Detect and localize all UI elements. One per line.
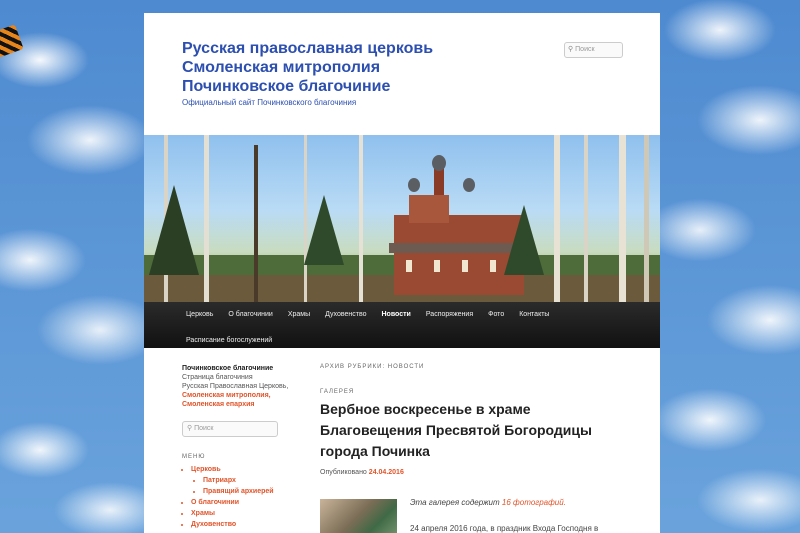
sidebar-item-patriarch[interactable]: Патриарх: [203, 475, 292, 486]
nav-item-about[interactable]: О благочинии: [228, 309, 281, 320]
sidebar-text-line2: Русская Православная Церковь,: [182, 383, 289, 390]
site-title[interactable]: Русская православная церковь Смоленская …: [182, 39, 502, 96]
posted-label: Опубликовано: [320, 469, 367, 476]
sidebar-title: Починковское благочиние: [182, 365, 274, 372]
church-photo: [144, 135, 660, 302]
site-title-line1[interactable]: Русская православная церковь: [182, 40, 433, 57]
nav-item-news[interactable]: Новости: [382, 309, 420, 320]
search-icon: ⚲: [187, 425, 193, 432]
sidebar-link-metropolia[interactable]: Смоленская митрополия,: [182, 391, 292, 400]
gallery-thumbnail[interactable]: [320, 499, 397, 533]
site-title-line3[interactable]: Починковское благочиние: [182, 78, 390, 95]
header-search-placeholder: Поиск: [575, 46, 595, 53]
post-meta: Опубликовано 24.04.2016: [320, 469, 610, 476]
sidebar-text-line1: Страница благочиния: [182, 374, 253, 381]
sidebar-item-label[interactable]: Церковь: [191, 466, 221, 473]
nav-item-temples[interactable]: Храмы: [288, 309, 319, 320]
search-icon: ⚲: [568, 46, 574, 53]
sidebar: Починковское благочиние Страница благочи…: [182, 364, 292, 530]
sidebar-item-label[interactable]: О благочинии: [191, 499, 239, 506]
nav-item-photo[interactable]: Фото: [488, 309, 513, 320]
sidebar-menu-heading: МЕНЮ: [182, 454, 206, 460]
post-title[interactable]: Вербное воскресенье в храме Благовещения…: [320, 399, 610, 462]
site-title-line2[interactable]: Смоленская митрополия: [182, 59, 380, 76]
sidebar-item-about[interactable]: О благочинии: [191, 497, 292, 508]
sidebar-item-temples[interactable]: Храмы: [191, 508, 292, 519]
site-description: Официальный сайт Починковского благочини…: [182, 98, 357, 107]
posted-date-link[interactable]: 24.04.2016: [369, 469, 404, 476]
gallery-photos-link[interactable]: 16 фотографий.: [502, 498, 566, 507]
sidebar-link-eparchy[interactable]: Смоленская епархия: [182, 400, 292, 409]
sidebar-menu: Церковь Патриарх Правящий архиерей О бла…: [182, 464, 292, 530]
nav-item-contacts[interactable]: Контакты: [519, 309, 558, 320]
sidebar-search-placeholder: Поиск: [194, 425, 214, 432]
archive-heading: АРХИВ РУБРИКИ: НОВОСТИ: [320, 364, 425, 370]
nav-item-orders[interactable]: Распоряжения: [426, 309, 482, 320]
main-navigation: Церковь О благочинии Храмы Духовенство Н…: [144, 302, 660, 348]
main-content: АРХИВ РУБРИКИ: НОВОСТИ ГАЛЕРЕЯ Вербное в…: [320, 364, 610, 533]
header-search-input[interactable]: ⚲ Поиск: [564, 42, 623, 58]
sidebar-item-clergy[interactable]: Духовенство: [191, 519, 292, 530]
sidebar-item-label[interactable]: Правящий архиерей: [203, 488, 274, 495]
nav-item-schedule[interactable]: Расписание богослужений: [186, 337, 281, 344]
post-excerpt: 24 апреля 2016 года, в праздник Входа Го…: [410, 524, 599, 533]
gallery-note-text: Эта галерея содержит: [410, 498, 500, 507]
sidebar-item-church[interactable]: Церковь Патриарх Правящий архиерей: [191, 464, 292, 497]
header-banner-image: [144, 135, 660, 302]
sidebar-item-label[interactable]: Духовенство: [191, 521, 236, 528]
gallery-note: Эта галерея содержит 16 фотографий.: [410, 498, 566, 507]
sidebar-search-input[interactable]: ⚲ Поиск: [182, 421, 278, 437]
nav-item-church[interactable]: Церковь: [186, 309, 222, 320]
page-container: Русская православная церковь Смоленская …: [144, 13, 660, 533]
post-category[interactable]: ГАЛЕРЕЯ: [320, 389, 610, 395]
sidebar-item-label[interactable]: Храмы: [191, 510, 215, 517]
sidebar-item-label[interactable]: Патриарх: [203, 477, 236, 484]
sidebar-item-bishop[interactable]: Правящий архиерей: [203, 486, 292, 497]
nav-item-clergy[interactable]: Духовенство: [325, 309, 375, 320]
